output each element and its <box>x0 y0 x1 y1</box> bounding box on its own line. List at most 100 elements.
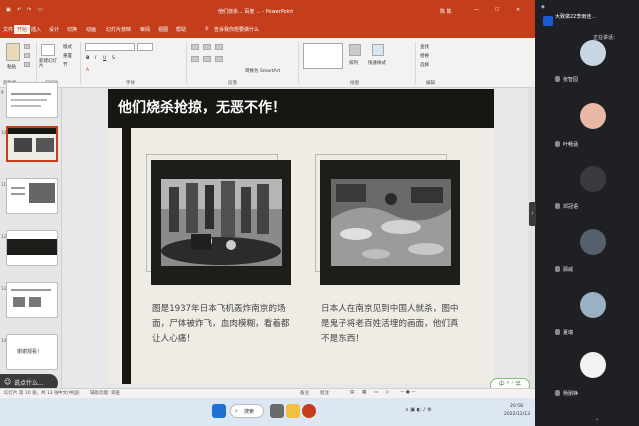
tab-home[interactable]: 开始 <box>14 25 31 34</box>
participant-name: 顾威 <box>563 267 574 273</box>
paste-icon[interactable] <box>6 43 20 61</box>
select-button[interactable]: 选择 <box>420 62 429 68</box>
shapes-gallery[interactable] <box>303 43 343 69</box>
tell-me-search[interactable]: 告诉我你想要做什么 <box>214 26 259 33</box>
clock-time[interactable]: 20:58 <box>510 404 523 409</box>
font-size-box[interactable] <box>137 43 153 51</box>
mic-icon <box>555 329 560 335</box>
participant-avatar[interactable] <box>580 40 606 66</box>
participant-avatar[interactable] <box>580 229 606 255</box>
reading-view-icon[interactable]: ▭ <box>374 390 378 395</box>
reset-button[interactable]: 重置 <box>63 53 72 59</box>
align-left-icon[interactable] <box>191 56 199 62</box>
quick-styles-icon[interactable] <box>372 44 384 56</box>
comments-button[interactable]: 批注 <box>320 390 329 396</box>
section-button[interactable]: 节 <box>63 62 68 68</box>
clock-date[interactable]: 2022/12/13 <box>504 412 530 417</box>
participant-avatar[interactable] <box>580 292 606 318</box>
ribbon: 粘贴 剪贴板 新建幻灯片 版式 重置 节 幻灯片 B I U S A 字体 转换… <box>0 38 535 88</box>
user-name[interactable]: 陈 陈 <box>440 8 452 15</box>
participant-name: 张智园 <box>563 77 579 83</box>
shadow-icon[interactable]: S <box>112 56 115 61</box>
underline-icon[interactable]: U <box>103 56 106 61</box>
find-button[interactable]: 查找 <box>420 44 429 50</box>
slide-position: 幻灯片 第 10 张，共 13 张 <box>4 391 59 396</box>
arrange-icon[interactable] <box>349 44 361 56</box>
maximize-button[interactable]: ☐ <box>495 7 499 13</box>
tab-insert[interactable]: 插入 <box>31 26 41 33</box>
notes-button[interactable]: 备注 <box>300 390 309 396</box>
massacre-photo[interactable] <box>331 179 451 266</box>
save-icon[interactable]: ▣ <box>6 7 11 13</box>
bombing-photo[interactable] <box>161 179 282 266</box>
slide-thumbnail[interactable]: 谢谢观看！ <box>6 334 58 370</box>
tab-slideshow[interactable]: 幻灯片放映 <box>106 26 131 33</box>
tab-animations[interactable]: 动画 <box>86 26 96 33</box>
font-name-box[interactable] <box>85 43 135 51</box>
numbering-icon[interactable] <box>203 44 211 50</box>
participant-avatar[interactable] <box>580 166 606 192</box>
tab-transitions[interactable]: 切换 <box>67 26 77 33</box>
participant-avatar[interactable] <box>580 103 606 129</box>
collapse-handle[interactable]: › <box>529 202 536 226</box>
right-caption[interactable]: 日本人在南京见到中国人就杀，图中是鬼子将老百姓活埋的画面，他们真不是东西！ <box>321 302 459 347</box>
search-label: 搜索 <box>244 409 255 415</box>
slideshow-view-icon[interactable]: ▷ <box>386 390 389 395</box>
tab-view[interactable]: 视图 <box>158 26 168 33</box>
accessibility-status[interactable]: 辅助功能: 调查 <box>90 390 120 396</box>
taskbar: ⌕ 搜索 ∧ ▣ ◐ ♪ ⚙ 20:58 2022/12/13 <box>0 398 535 426</box>
indent-icon[interactable] <box>215 44 223 50</box>
task-view-icon[interactable] <box>270 404 284 418</box>
bold-icon[interactable]: B <box>86 56 89 61</box>
language-status[interactable]: 中文(中国) <box>58 390 80 396</box>
cut-icon[interactable] <box>24 44 30 49</box>
slide-accent-bar <box>122 128 131 384</box>
font-color-icon[interactable]: A <box>86 68 89 73</box>
left-caption[interactable]: 图是1937年日本飞机轰炸南京的场面，尸体被炸飞，血肉模糊，看着都让人心痛！ <box>152 302 290 347</box>
taskbar-search[interactable]: ⌕ 搜索 <box>230 404 264 418</box>
slide-title[interactable]: 他们烧杀抢掠，无恶不作！ <box>118 97 286 117</box>
start-icon[interactable] <box>212 404 226 418</box>
italic-icon[interactable]: I <box>95 56 96 61</box>
minimize-button[interactable]: — <box>474 7 479 13</box>
tab-file[interactable]: 文件 <box>3 26 13 33</box>
slide-thumbnail[interactable] <box>6 82 58 118</box>
layout-button[interactable]: 版式 <box>63 44 72 50</box>
status-bar: 幻灯片 第 10 张，共 13 张 中文(中国) 辅助功能: 调查 备注 批注 … <box>0 388 535 398</box>
slide-thumbnail[interactable] <box>6 230 58 266</box>
mic-icon <box>555 390 560 396</box>
bullets-icon[interactable] <box>191 44 199 50</box>
group-paragraph: 段落 <box>228 81 237 86</box>
file-explorer-icon[interactable] <box>286 404 300 418</box>
normal-view-icon[interactable]: ▤ <box>350 390 354 395</box>
align-center-icon[interactable] <box>203 56 211 62</box>
slide-thumbnail[interactable] <box>6 282 58 318</box>
powerpoint-taskbar-icon[interactable] <box>302 404 316 418</box>
slide-scrollbar[interactable] <box>528 88 535 388</box>
participant-avatar[interactable] <box>580 352 606 378</box>
redo-icon[interactable]: ↷ <box>27 7 31 13</box>
more-icon[interactable]: ⌄ <box>595 416 599 422</box>
tab-design[interactable]: 设计 <box>49 26 59 33</box>
quick-styles-button[interactable]: 快速样式 <box>368 60 386 66</box>
tab-help[interactable]: 帮助 <box>176 26 186 33</box>
format-painter-icon[interactable] <box>24 62 30 67</box>
copy-icon[interactable] <box>24 53 30 58</box>
slide-thumbnail[interactable] <box>6 178 58 214</box>
convert-smartart-button[interactable]: 转换为 SmartArt <box>245 68 280 74</box>
present-icon[interactable]: ▭ <box>38 7 43 13</box>
close-button[interactable]: ✕ <box>516 7 520 13</box>
tray-icons[interactable]: ∧ ▣ ◐ ♪ ⚙ <box>405 407 432 413</box>
new-slide-button[interactable]: 新建幻灯片 <box>39 59 59 69</box>
paste-button[interactable]: 粘贴 <box>7 64 16 70</box>
replace-button[interactable]: 替换 <box>420 53 429 59</box>
new-slide-icon[interactable] <box>41 44 55 56</box>
arrange-button[interactable]: 排列 <box>349 60 358 66</box>
undo-icon[interactable]: ↶ <box>17 7 21 13</box>
slide-thumbnail-selected[interactable] <box>6 126 58 162</box>
zoom-slider[interactable]: — ● — <box>400 390 416 395</box>
tab-review[interactable]: 审阅 <box>140 26 150 33</box>
sorter-view-icon[interactable]: ▦ <box>362 390 366 395</box>
participant-name: 杨朋铮 <box>563 391 579 397</box>
align-right-icon[interactable] <box>215 56 223 62</box>
